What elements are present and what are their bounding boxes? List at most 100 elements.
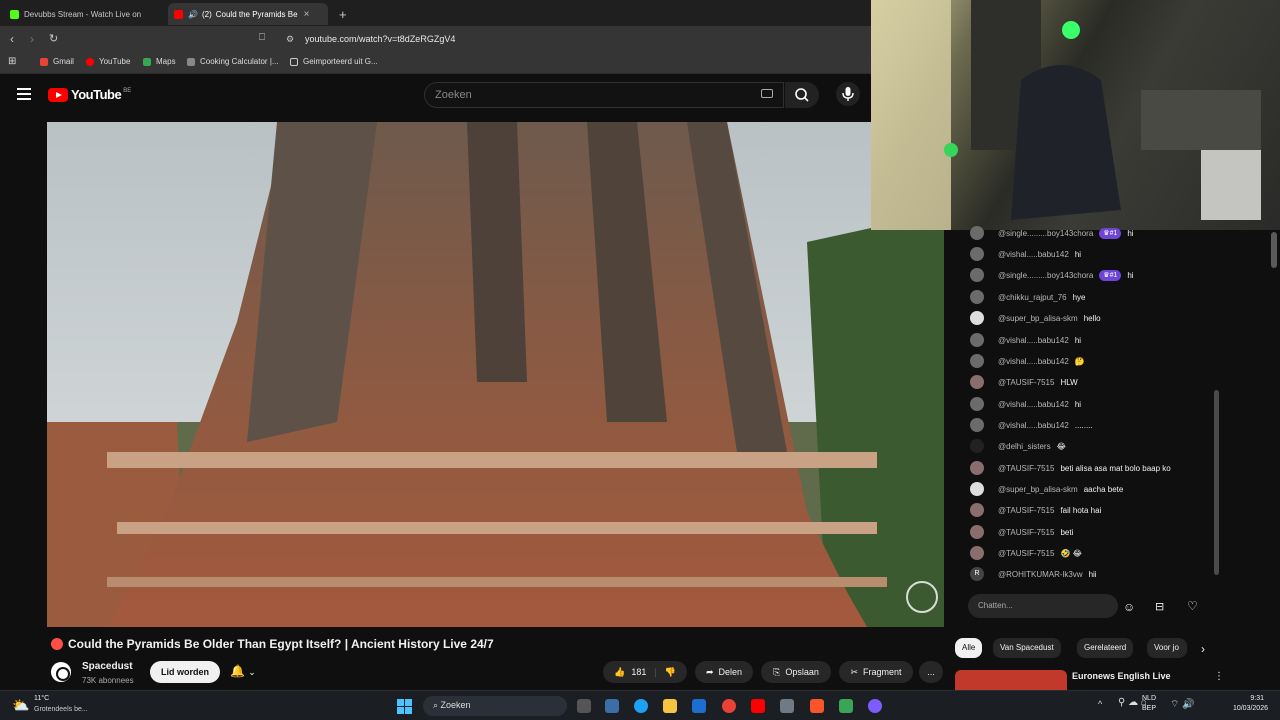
- kick-icon: [10, 9, 19, 19]
- new-tab-button[interactable]: +: [333, 3, 351, 25]
- calculator-icon[interactable]: [780, 699, 794, 713]
- forward-icon[interactable]: ›: [30, 32, 34, 46]
- emoji-icon[interactable]: ☺: [1123, 600, 1135, 614]
- site-info-icon[interactable]: ⚙: [286, 34, 294, 45]
- search-button[interactable]: [785, 82, 819, 108]
- youtube-icon: [86, 57, 94, 66]
- chip-all[interactable]: Alle: [955, 638, 983, 658]
- tab-devubbs[interactable]: Devubbs Stream - Watch Live on: [4, 3, 164, 25]
- brave-icon[interactable]: [810, 699, 824, 713]
- join-button[interactable]: Lid worden: [150, 661, 220, 683]
- channel-avatar[interactable]: [51, 662, 71, 682]
- url-field[interactable]: youtube.com/watch?v=t8dZeRGZgV4: [305, 34, 455, 44]
- chat-input[interactable]: Chatten...: [968, 594, 1118, 618]
- avatar: [970, 354, 984, 368]
- related-video-title[interactable]: Euronews English Live: [1072, 671, 1171, 681]
- avatar: [970, 333, 984, 347]
- chip-for-you[interactable]: Voor jo: [1147, 638, 1187, 658]
- avatar: [970, 268, 984, 282]
- chip-from-channel[interactable]: Van Spacedust: [993, 638, 1061, 658]
- live-indicator: [51, 638, 63, 650]
- network-volume-icons[interactable]: ⌔ 🔊: [1170, 698, 1195, 711]
- chat-scrollbar[interactable]: [1214, 390, 1219, 575]
- rank-badge: ♛#1: [1099, 227, 1122, 239]
- save-button[interactable]: ⎘ Opslaan: [761, 661, 831, 683]
- chat-message: @super_bp_alisa-skm aacha bete: [970, 482, 1123, 496]
- channel-name[interactable]: Spacedust: [82, 661, 133, 672]
- bookmark-gmail[interactable]: Gmail: [40, 57, 74, 66]
- chat-scrollbar-outer[interactable]: [1271, 232, 1277, 268]
- bookmark-youtube[interactable]: YouTube: [86, 57, 130, 66]
- avatar: [970, 397, 984, 411]
- search-input[interactable]: Zoeken: [424, 82, 784, 108]
- chat-message: R @ROHITKUMAR-lk3vw hii: [970, 567, 1097, 581]
- windows-start-icon[interactable]: [397, 699, 412, 714]
- back-icon[interactable]: ‹: [10, 32, 14, 46]
- search-icon: [795, 88, 809, 102]
- video-player[interactable]: [47, 122, 944, 627]
- chevron-up-icon[interactable]: ^: [1098, 699, 1102, 709]
- bookmarks-bar: ⊞ Gmail YouTube Maps Cooking Calculator …: [0, 52, 871, 74]
- menu-icon[interactable]: [17, 88, 31, 100]
- maps-icon: [143, 57, 151, 66]
- outlook-icon[interactable]: [692, 699, 706, 713]
- tab-count: (2): [201, 9, 212, 19]
- related-thumbnail[interactable]: [955, 670, 1067, 690]
- youtube-logo[interactable]: YouTube BE: [48, 87, 131, 102]
- youtube-app-icon[interactable]: [751, 699, 765, 713]
- like-count: 181: [631, 667, 647, 677]
- related-more-icon[interactable]: ⋮: [1214, 671, 1224, 682]
- bell-icon[interactable]: 🔔 ⌄: [230, 664, 256, 678]
- app-icon[interactable]: [839, 699, 853, 713]
- apps-grid-icon[interactable]: ⊞: [8, 56, 16, 67]
- chevron-right-icon[interactable]: ›: [1201, 642, 1205, 656]
- language-top[interactable]: NLD: [1142, 695, 1156, 702]
- chrome-icon[interactable]: [722, 699, 736, 713]
- gift-icon[interactable]: ⊟: [1155, 600, 1164, 613]
- file-explorer-icon[interactable]: [663, 699, 677, 713]
- chat-message: @TAUSIF-7515 fail hota hai: [970, 503, 1101, 517]
- voice-search-button[interactable]: [836, 82, 860, 106]
- bookmark-maps[interactable]: Maps: [143, 57, 176, 66]
- live-chat: @single.........boy143chora ♛#1 hi @vishal…: [957, 226, 1223, 590]
- task-view-icon[interactable]: [577, 699, 591, 713]
- clip-button[interactable]: ✂ Fragment: [839, 661, 913, 683]
- language-bottom[interactable]: BEP: [1142, 705, 1156, 712]
- more-actions-button[interactable]: ...: [919, 661, 943, 683]
- chat-message: @super_bp_alisa-skm hello: [970, 311, 1101, 325]
- youtube-play-icon: [48, 87, 68, 102]
- webcam-scene: [871, 0, 1261, 230]
- heart-icon[interactable]: ♡: [1187, 599, 1198, 613]
- tab-youtube-active[interactable]: 🔊 (2) Could the Pyramids Be ×: [168, 3, 328, 25]
- bookmark-icon[interactable]: ⎕: [259, 32, 265, 43]
- weather-desc: Grotendeels be...: [34, 706, 88, 713]
- weather-temp: 11°C: [34, 695, 50, 702]
- browser-tab-bar: Devubbs Stream - Watch Live on 🔊 (2) Cou…: [0, 0, 871, 26]
- chat-message: @chikku_rajput_76 hye: [970, 290, 1086, 304]
- avatar: [970, 247, 984, 261]
- close-tab-icon[interactable]: ×: [304, 9, 310, 20]
- thumbs-up-icon[interactable]: 👍: [614, 667, 625, 678]
- clock-date[interactable]: 10/03/2026: [1224, 705, 1268, 712]
- share-button[interactable]: ➦ Delen: [695, 661, 753, 683]
- thumbs-down-icon[interactable]: 👎: [665, 667, 676, 678]
- keyboard-icon[interactable]: [761, 89, 773, 98]
- chip-related[interactable]: Gerelateerd: [1077, 638, 1134, 658]
- discord-icon[interactable]: [868, 699, 882, 713]
- edge-icon[interactable]: [634, 699, 648, 713]
- weather-icon[interactable]: ⛅: [12, 697, 29, 714]
- taskbar-search[interactable]: ⌕ Zoeken: [423, 696, 567, 716]
- share-icon: ➦: [705, 666, 714, 677]
- chat-message: @TAUSIF-7515 beti: [970, 525, 1073, 539]
- bookmark-cooking-calculator[interactable]: Cooking Calculator |...: [187, 57, 279, 66]
- search-icon: ⌕: [433, 700, 441, 710]
- tab-title: Could the Pyramids Be: [215, 9, 298, 19]
- store-icon[interactable]: [605, 699, 619, 713]
- chat-message: @vishal.....babu142 hi: [970, 397, 1081, 411]
- chat-message: @vishal.....babu142........: [970, 418, 1093, 432]
- save-icon: ⎘: [773, 666, 781, 677]
- chat-message: @vishal.....babu142 hi: [970, 247, 1081, 261]
- clock-time[interactable]: 9:31: [1224, 695, 1264, 702]
- reload-icon[interactable]: ↻: [49, 32, 58, 45]
- bookmark-imported-folder[interactable]: Geimporteerd uit G...: [290, 57, 378, 66]
